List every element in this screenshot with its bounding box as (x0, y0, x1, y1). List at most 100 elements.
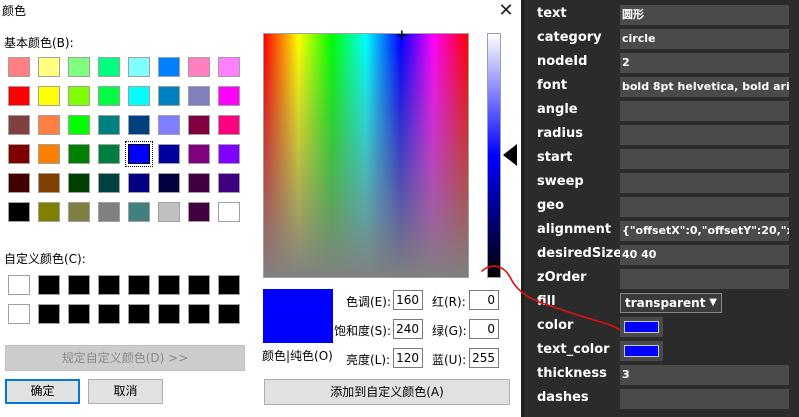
color-swatch[interactable] (38, 57, 60, 77)
color-swatch[interactable] (98, 86, 120, 106)
color-swatch[interactable] (8, 86, 30, 106)
color-swatch[interactable] (8, 173, 30, 193)
color-swatch[interactable] (8, 275, 30, 295)
prop-color-color[interactable] (620, 317, 663, 337)
color-swatch[interactable] (68, 86, 90, 106)
color-swatch[interactable] (188, 202, 210, 222)
blue-input[interactable]: 255 (469, 348, 499, 368)
color-swatch[interactable] (98, 173, 120, 193)
properties-panel: text 圆形 category circle nodeId 2 font bold 8pt … (521, 0, 799, 417)
color-swatch[interactable] (128, 115, 150, 135)
color-swatch[interactable] (38, 115, 60, 135)
prop-field-font[interactable]: bold 8pt helvetica, bold arial, (620, 77, 789, 97)
prop-field-zOrder[interactable] (620, 269, 789, 289)
prop-field-radius[interactable] (620, 125, 789, 145)
color-swatch[interactable] (98, 57, 120, 77)
crosshair-icon[interactable]: ✛ (394, 29, 410, 45)
color-swatch[interactable] (98, 144, 120, 164)
basic-colors-label: 基本颜色(B): (4, 36, 74, 50)
color-swatch[interactable] (158, 115, 180, 135)
color-swatch[interactable] (158, 173, 180, 193)
color-swatch[interactable] (8, 304, 30, 324)
prop-field-sweep[interactable] (620, 173, 789, 193)
color-swatch[interactable] (68, 304, 90, 324)
color-swatch[interactable] (98, 304, 120, 324)
color-swatch[interactable] (68, 202, 90, 222)
color-swatch[interactable] (68, 57, 90, 77)
prop-field-category[interactable]: circle (620, 29, 789, 49)
color-swatch[interactable] (38, 202, 60, 222)
color-swatch[interactable] (68, 173, 90, 193)
prop-field-dashes[interactable] (620, 389, 789, 409)
color-swatch[interactable] (98, 275, 120, 295)
color-swatch[interactable] (158, 304, 180, 324)
saturation-input[interactable]: 240 (393, 319, 423, 339)
color-swatch[interactable] (158, 202, 180, 222)
color-swatch[interactable] (218, 202, 240, 222)
color-swatch[interactable] (188, 86, 210, 106)
color-swatch[interactable] (158, 144, 180, 164)
color-swatch[interactable] (188, 144, 210, 164)
color-swatch[interactable] (8, 202, 30, 222)
color-swatch[interactable] (188, 275, 210, 295)
color-swatch[interactable] (68, 275, 90, 295)
color-swatch[interactable] (218, 304, 240, 324)
color-swatch[interactable] (68, 144, 90, 164)
prop-field-angle[interactable] (620, 101, 789, 121)
color-swatch[interactable] (188, 115, 210, 135)
fill-select[interactable]: transparent ▼ (620, 293, 722, 313)
color-swatch[interactable] (68, 115, 90, 135)
color-swatch[interactable] (8, 144, 30, 164)
prop-field-thickness[interactable]: 3 (620, 365, 789, 385)
color-swatch[interactable] (38, 86, 60, 106)
define-custom-colors-button[interactable]: 规定自定义颜色(D) >> (5, 345, 245, 371)
prop-field-desiredSize[interactable]: 40 40 (620, 245, 789, 265)
prop-field-text[interactable]: 圆形 (620, 5, 789, 25)
color-swatch[interactable] (98, 202, 120, 222)
red-input[interactable]: 0 (469, 290, 499, 310)
color-swatch[interactable] (218, 86, 240, 106)
color-swatch[interactable] (188, 304, 210, 324)
color-swatch[interactable] (128, 86, 150, 106)
prop-field-nodeId[interactable]: 2 (620, 53, 789, 73)
prop-field-geo[interactable] (620, 197, 789, 217)
ok-button[interactable]: 确定 (5, 379, 80, 404)
color-swatch[interactable] (8, 115, 30, 135)
color-swatch[interactable] (218, 144, 240, 164)
prop-label-font: font (537, 78, 568, 93)
color-swatch[interactable] (218, 275, 240, 295)
color-swatch[interactable] (38, 144, 60, 164)
luminance-slider[interactable] (487, 33, 501, 278)
color-swatch[interactable] (98, 115, 120, 135)
prop-color-text_color[interactable] (620, 341, 663, 361)
prop-field-alignment[interactable]: {"offsetX":0,"offsetY":20,"x": (620, 221, 789, 241)
prop-field-start[interactable] (620, 149, 789, 169)
color-swatch[interactable] (188, 173, 210, 193)
hue-input[interactable]: 160 (393, 290, 423, 310)
color-swatch[interactable] (8, 57, 30, 77)
color-swatch[interactable] (158, 275, 180, 295)
color-swatch[interactable] (128, 173, 150, 193)
cancel-button[interactable]: 取消 (88, 379, 163, 404)
color-swatch[interactable] (125, 141, 153, 167)
green-input[interactable]: 0 (469, 319, 499, 339)
color-swatch[interactable] (188, 57, 210, 77)
color-swatch[interactable] (38, 275, 60, 295)
prop-label-alignment: alignment (537, 222, 612, 237)
color-swatch[interactable] (218, 115, 240, 135)
color-swatch[interactable] (38, 173, 60, 193)
color-swatch[interactable] (218, 173, 240, 193)
color-spectrum-picker[interactable] (263, 33, 469, 278)
color-swatch[interactable] (128, 304, 150, 324)
color-swatch[interactable] (38, 304, 60, 324)
color-swatch[interactable] (158, 86, 180, 106)
luminance-input[interactable]: 120 (393, 348, 423, 368)
close-icon[interactable]: ✕ (495, 0, 517, 22)
color-swatch[interactable] (128, 275, 150, 295)
color-swatch[interactable] (128, 202, 150, 222)
color-swatch[interactable] (218, 57, 240, 77)
luminance-arrow-icon[interactable] (503, 144, 517, 166)
add-to-custom-colors-button[interactable]: 添加到自定义颜色(A) (264, 379, 510, 405)
color-swatch[interactable] (128, 57, 150, 77)
color-swatch[interactable] (158, 57, 180, 77)
